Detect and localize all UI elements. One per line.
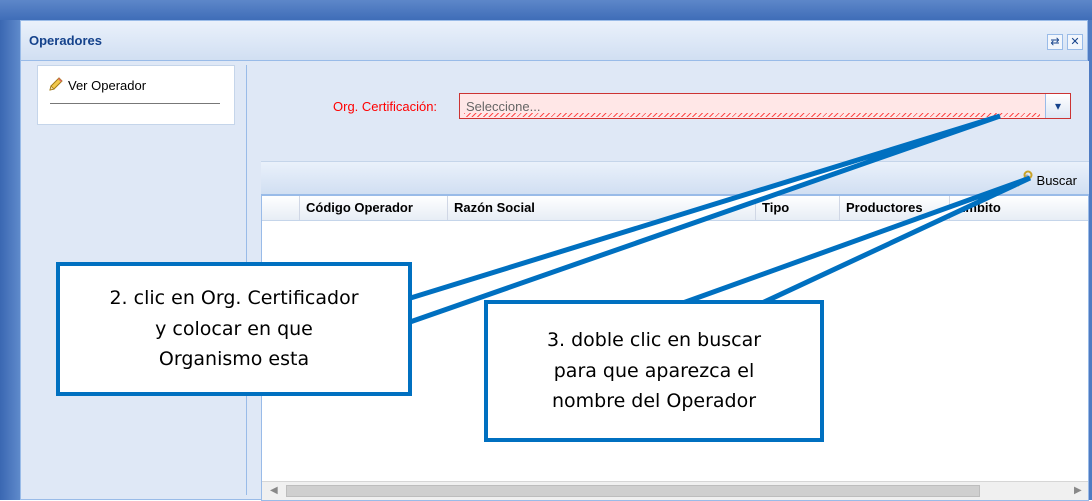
app-frame: Operadores ⇄ ✕ Ver Operador Org. Certifi… (0, 0, 1092, 501)
callout-3-line-1: 3. doble clic en buscar (546, 329, 762, 352)
callout-2-line-2: y colocar en que (155, 317, 313, 340)
callout-2-line-1: 2. clic en Org. Certificador (109, 287, 359, 310)
callout-2-line-3: Organismo esta (158, 348, 310, 371)
callout-step-3: 3. doble clic en buscar para que aparezc… (484, 300, 824, 442)
callout-step-2: 2. clic en Org. Certificador y colocar e… (56, 262, 412, 396)
callout-3-line-2: para que aparezca el (553, 359, 755, 382)
callout-3-line-3: nombre del Operador (551, 390, 757, 413)
